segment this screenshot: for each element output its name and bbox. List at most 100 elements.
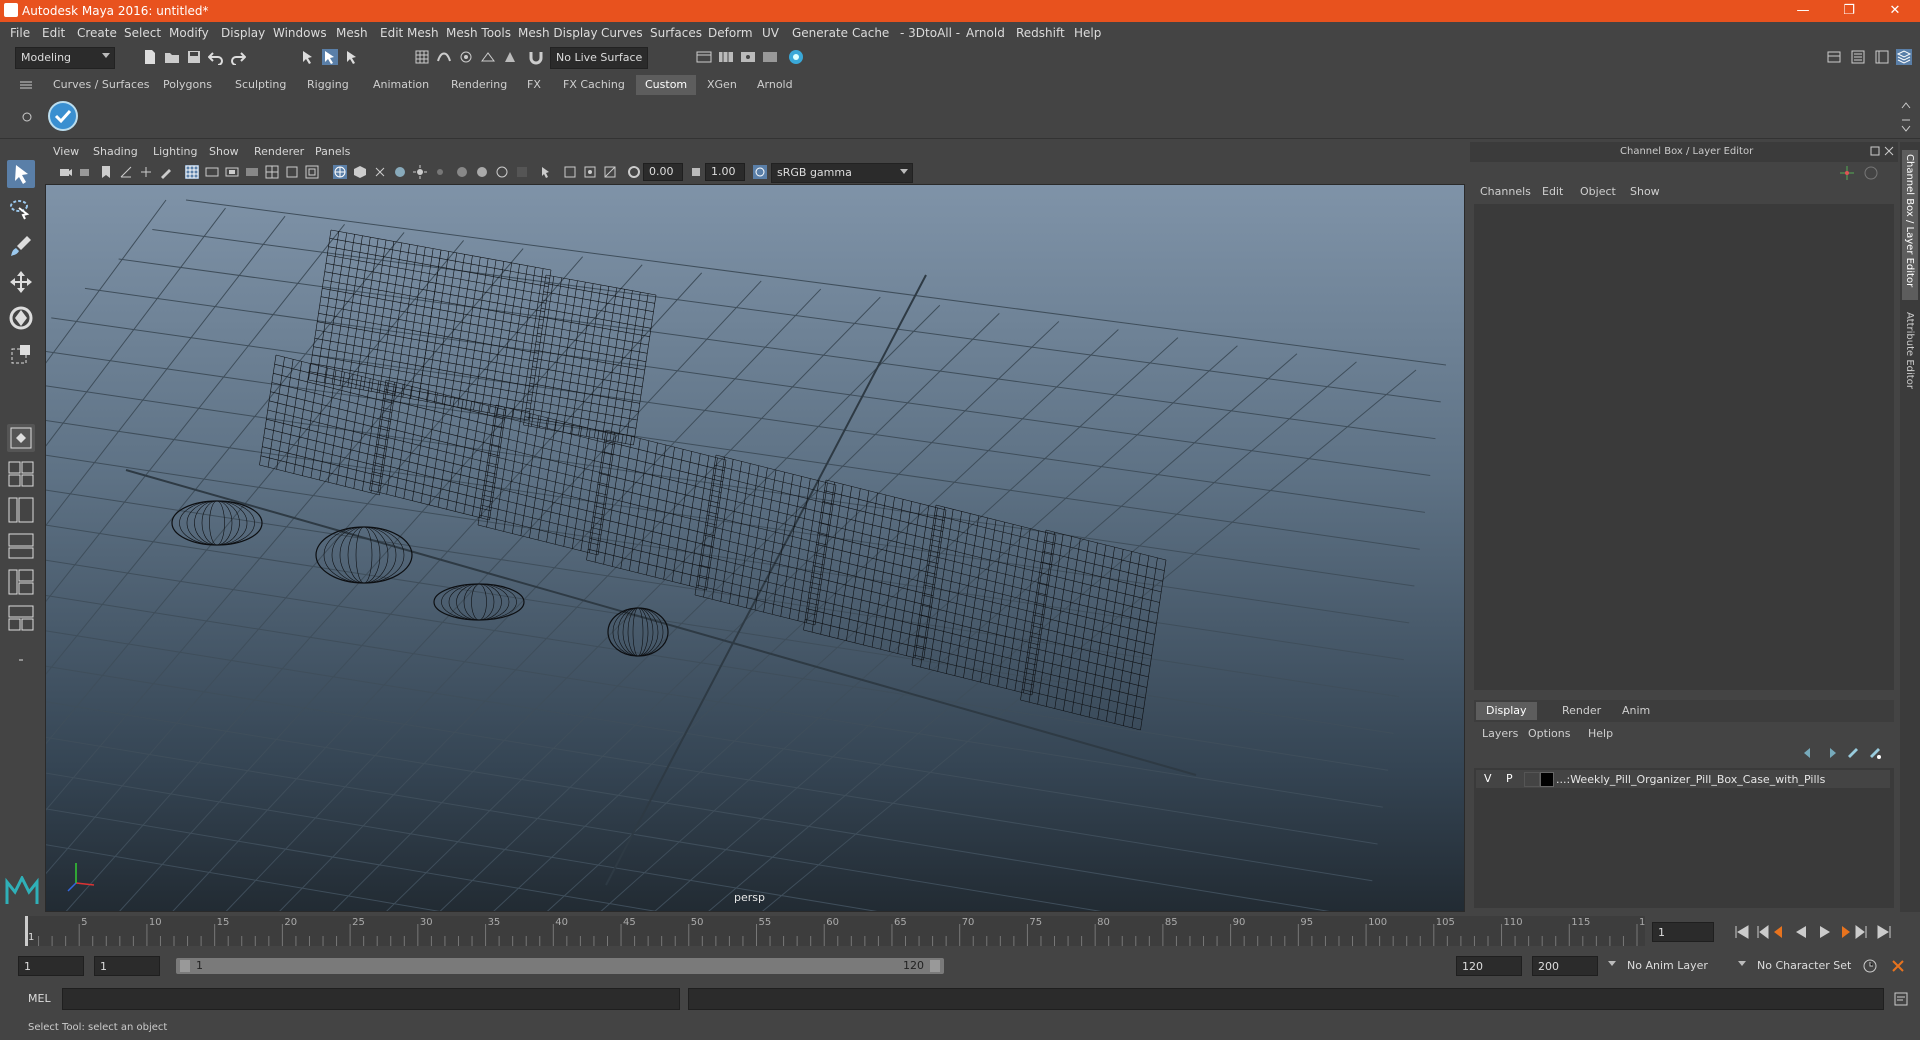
snap-to-point-icon[interactable] (458, 49, 474, 65)
safe-title-icon[interactable] (305, 165, 319, 179)
panel-menu-renderer[interactable]: Renderer (254, 145, 304, 158)
modeling-toolkit-icon[interactable] (1826, 49, 1842, 65)
speed-icon[interactable] (1862, 164, 1880, 182)
side-tab-channel-box[interactable]: Channel Box / Layer Editor (1902, 150, 1918, 300)
channel-box-toggle-icon[interactable] (1896, 49, 1912, 65)
script-editor-icon[interactable] (1894, 992, 1908, 1006)
layer-display-type-toggle[interactable] (1524, 772, 1540, 787)
panel-menu-view[interactable]: View (53, 145, 79, 158)
lasso-tool-button[interactable] (7, 196, 35, 224)
custom-shelf-script-icon[interactable] (47, 100, 79, 132)
save-scene-icon[interactable] (186, 49, 202, 65)
menu-mesh[interactable]: Mesh (336, 26, 368, 40)
menu-set-dropdown[interactable]: Modeling (15, 47, 115, 69)
gamma-field[interactable]: 1.00 (705, 163, 745, 181)
safe-action-icon[interactable] (285, 165, 299, 179)
single-perspective-layout-button[interactable] (7, 424, 35, 452)
layer-color-swatch[interactable] (1540, 772, 1554, 787)
textured-icon[interactable] (393, 165, 407, 179)
panel-menu-shading[interactable]: Shading (93, 145, 138, 158)
shelf-tab-animation[interactable]: Animation (364, 75, 438, 95)
move-layer-down-icon[interactable] (1824, 746, 1838, 760)
screen-space-ao-icon[interactable] (455, 165, 469, 179)
channel-box-menu-edit[interactable]: Edit (1542, 185, 1563, 198)
color-management-icon[interactable] (753, 165, 767, 179)
shelf-tab-curves-surfaces[interactable]: Curves / Surfaces (44, 75, 159, 95)
snap-to-view-plane-icon[interactable] (480, 49, 496, 65)
layer-row[interactable]: V P ...:Weekly_Pill_Organizer_Pill_Box_C… (1476, 770, 1890, 788)
use-all-lights-icon[interactable] (413, 165, 427, 179)
menu-surfaces[interactable]: Surfaces (650, 26, 702, 40)
panel-menu-panels[interactable]: Panels (315, 145, 350, 158)
shelf-tab-fx-caching[interactable]: FX Caching (554, 75, 634, 95)
panel-menu-show[interactable]: Show (209, 145, 239, 158)
character-set-dropdown[interactable]: No Character Set (1738, 956, 1872, 976)
magnet-icon[interactable] (528, 49, 544, 65)
channel-box-menu-channels[interactable]: Channels (1480, 185, 1531, 198)
menu-curves[interactable]: Curves (601, 26, 643, 40)
close-panel-icon[interactable] (1884, 146, 1894, 156)
playback-end-field[interactable]: 120 (1456, 956, 1522, 976)
animation-preferences-icon[interactable] (1890, 958, 1906, 974)
auto-key-icon[interactable] (1862, 958, 1878, 974)
restore-button[interactable]: ❐ (1826, 0, 1872, 22)
menu-uv[interactable]: UV (762, 26, 779, 40)
layer-menu-options[interactable]: Options (1528, 727, 1570, 740)
make-live-icon[interactable] (502, 49, 518, 65)
attribute-editor-toggle-icon[interactable] (1850, 49, 1866, 65)
menu-mesh-display[interactable]: Mesh Display (518, 26, 598, 40)
command-input[interactable] (62, 988, 680, 1010)
2d-pan-zoom-icon[interactable] (139, 165, 153, 179)
bookmark-icon[interactable] (99, 165, 113, 179)
grid-toggle-icon[interactable] (185, 165, 199, 179)
close-button[interactable]: ✕ (1872, 0, 1918, 22)
hypershade-icon[interactable] (788, 49, 804, 65)
menu-arnold[interactable]: Arnold (966, 26, 1005, 40)
rotate-tool-button[interactable] (7, 304, 35, 332)
camera-icon[interactable] (59, 165, 73, 179)
scene-start-field[interactable]: 1 (18, 956, 84, 976)
undo-icon[interactable] (208, 49, 224, 65)
redo-icon[interactable] (230, 49, 246, 65)
panel-menu-lighting[interactable]: Lighting (153, 145, 197, 158)
menu-3dtoall[interactable]: - 3DtoAll - (900, 26, 960, 40)
image-plane-icon[interactable] (119, 165, 133, 179)
select-by-object-icon[interactable] (322, 49, 338, 65)
persp-outliner-layout-button[interactable] (7, 496, 35, 524)
multisample-aa-icon[interactable] (495, 165, 509, 179)
minimize-button[interactable]: — (1780, 0, 1826, 22)
shelf-tab-fx[interactable]: FX (518, 75, 550, 95)
perspective-viewport[interactable]: persp (45, 184, 1465, 912)
ipr-render-icon[interactable] (740, 49, 756, 65)
grease-pencil-icon[interactable] (159, 165, 173, 179)
menu-create[interactable]: Create (77, 26, 117, 40)
gate-mask-icon[interactable] (245, 165, 259, 179)
open-scene-icon[interactable] (164, 49, 180, 65)
new-scene-icon[interactable] (142, 49, 158, 65)
layer-tab-anim[interactable]: Anim (1614, 702, 1658, 720)
gamma-icon[interactable] (689, 165, 703, 179)
snap-to-grid-icon[interactable] (414, 49, 430, 65)
exposure-icon[interactable] (627, 165, 641, 179)
menu-windows[interactable]: Windows (273, 26, 327, 40)
four-view-layout-button[interactable] (7, 460, 35, 488)
menu-mesh-tools[interactable]: Mesh Tools (446, 26, 511, 40)
layer-name[interactable]: ...:Weekly_Pill_Organizer_Pill_Box_Case_… (1556, 773, 1825, 786)
menu-generate[interactable]: Generate (792, 26, 848, 40)
snap-to-curve-icon[interactable] (436, 49, 452, 65)
field-chart-icon[interactable] (265, 165, 279, 179)
menu-edit-mesh[interactable]: Edit Mesh (380, 26, 439, 40)
shelf-menu-icon[interactable] (20, 80, 32, 90)
current-frame-field[interactable]: 1 (1652, 922, 1714, 942)
tool-settings-toggle-icon[interactable] (1874, 49, 1890, 65)
anim-layer-dropdown[interactable]: No Anim Layer (1608, 956, 1740, 976)
shelf-tab-polygons[interactable]: Polygons (154, 75, 221, 95)
layer-menu-layers[interactable]: Layers (1482, 727, 1518, 740)
persp-graph-layout-button[interactable] (7, 532, 35, 560)
layer-playback-toggle[interactable]: P (1506, 772, 1513, 785)
menu-help[interactable]: Help (1074, 26, 1101, 40)
wireframe-on-shaded-icon[interactable] (373, 165, 387, 179)
command-language-label[interactable]: MEL (28, 992, 51, 1005)
layer-menu-help[interactable]: Help (1588, 727, 1613, 740)
menu-file[interactable]: File (10, 26, 30, 40)
